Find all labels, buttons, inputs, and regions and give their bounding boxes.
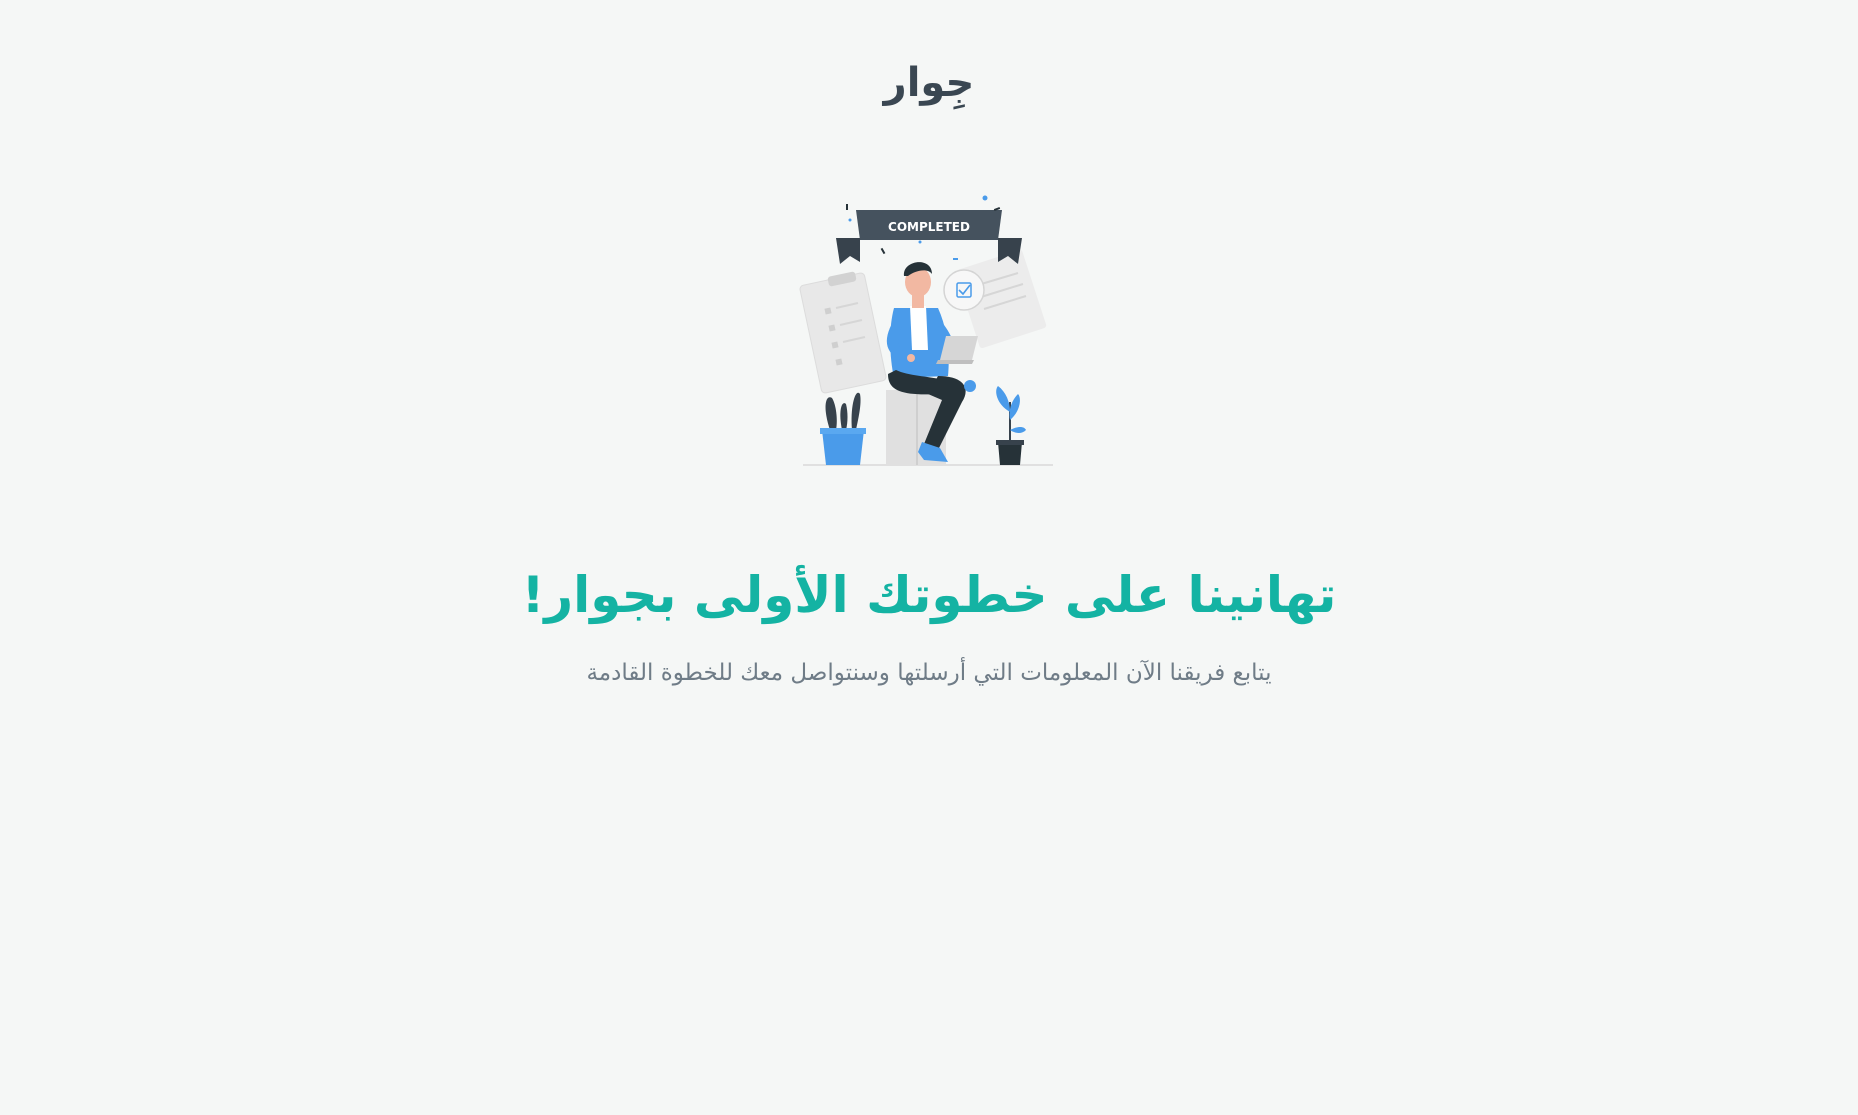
brand-logo: جِوار [883,60,975,106]
banner-label: COMPLETED [888,220,970,234]
plant-right-icon [996,386,1026,465]
page-title: تهانينا على خطوتك الأولى بجوار! [521,566,1337,624]
completed-illustration-icon: COMPLETED [798,190,1060,472]
completed-banner: COMPLETED [836,210,1022,264]
page-subtitle: يتابع فريقنا الآن المعلومات التي أرسلتها… [586,660,1272,686]
check-circle-icon [943,269,985,311]
page: جِوار COMPLETED تهانينا على خطوتك الأولى… [0,0,1858,1115]
clipboard-icon [799,271,887,394]
plant-left-icon [820,392,866,465]
